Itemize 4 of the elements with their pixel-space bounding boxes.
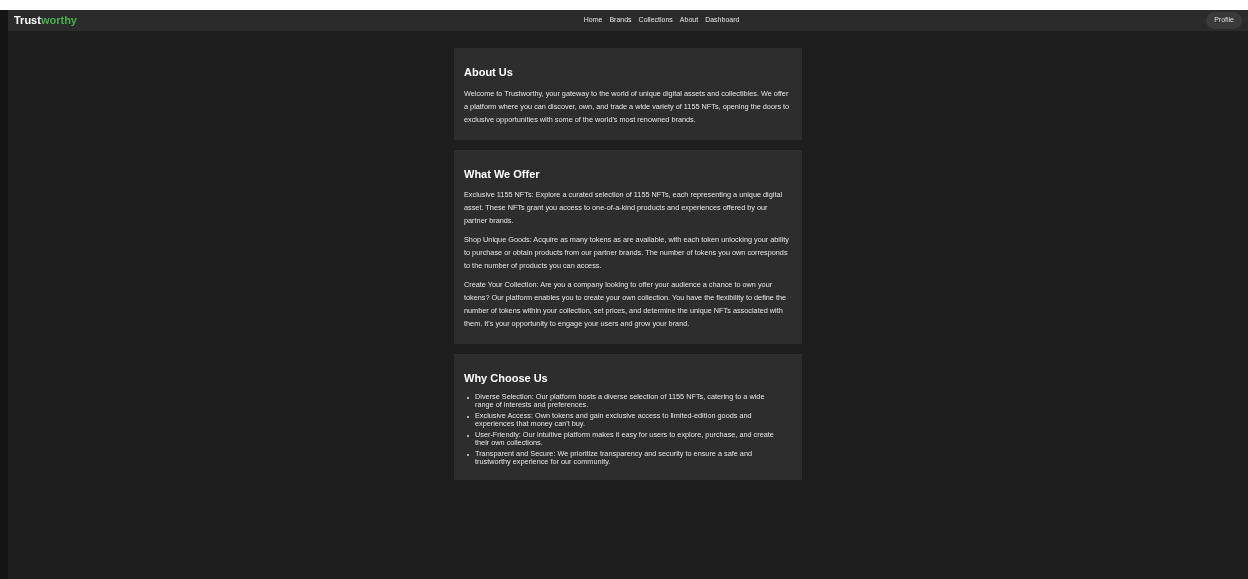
logo[interactable]: Trustworthy (14, 12, 77, 29)
section-heading: About Us (464, 65, 514, 80)
section-heading: Why Choose Us (464, 371, 549, 386)
section-heading: What We Offer (464, 166, 541, 182)
